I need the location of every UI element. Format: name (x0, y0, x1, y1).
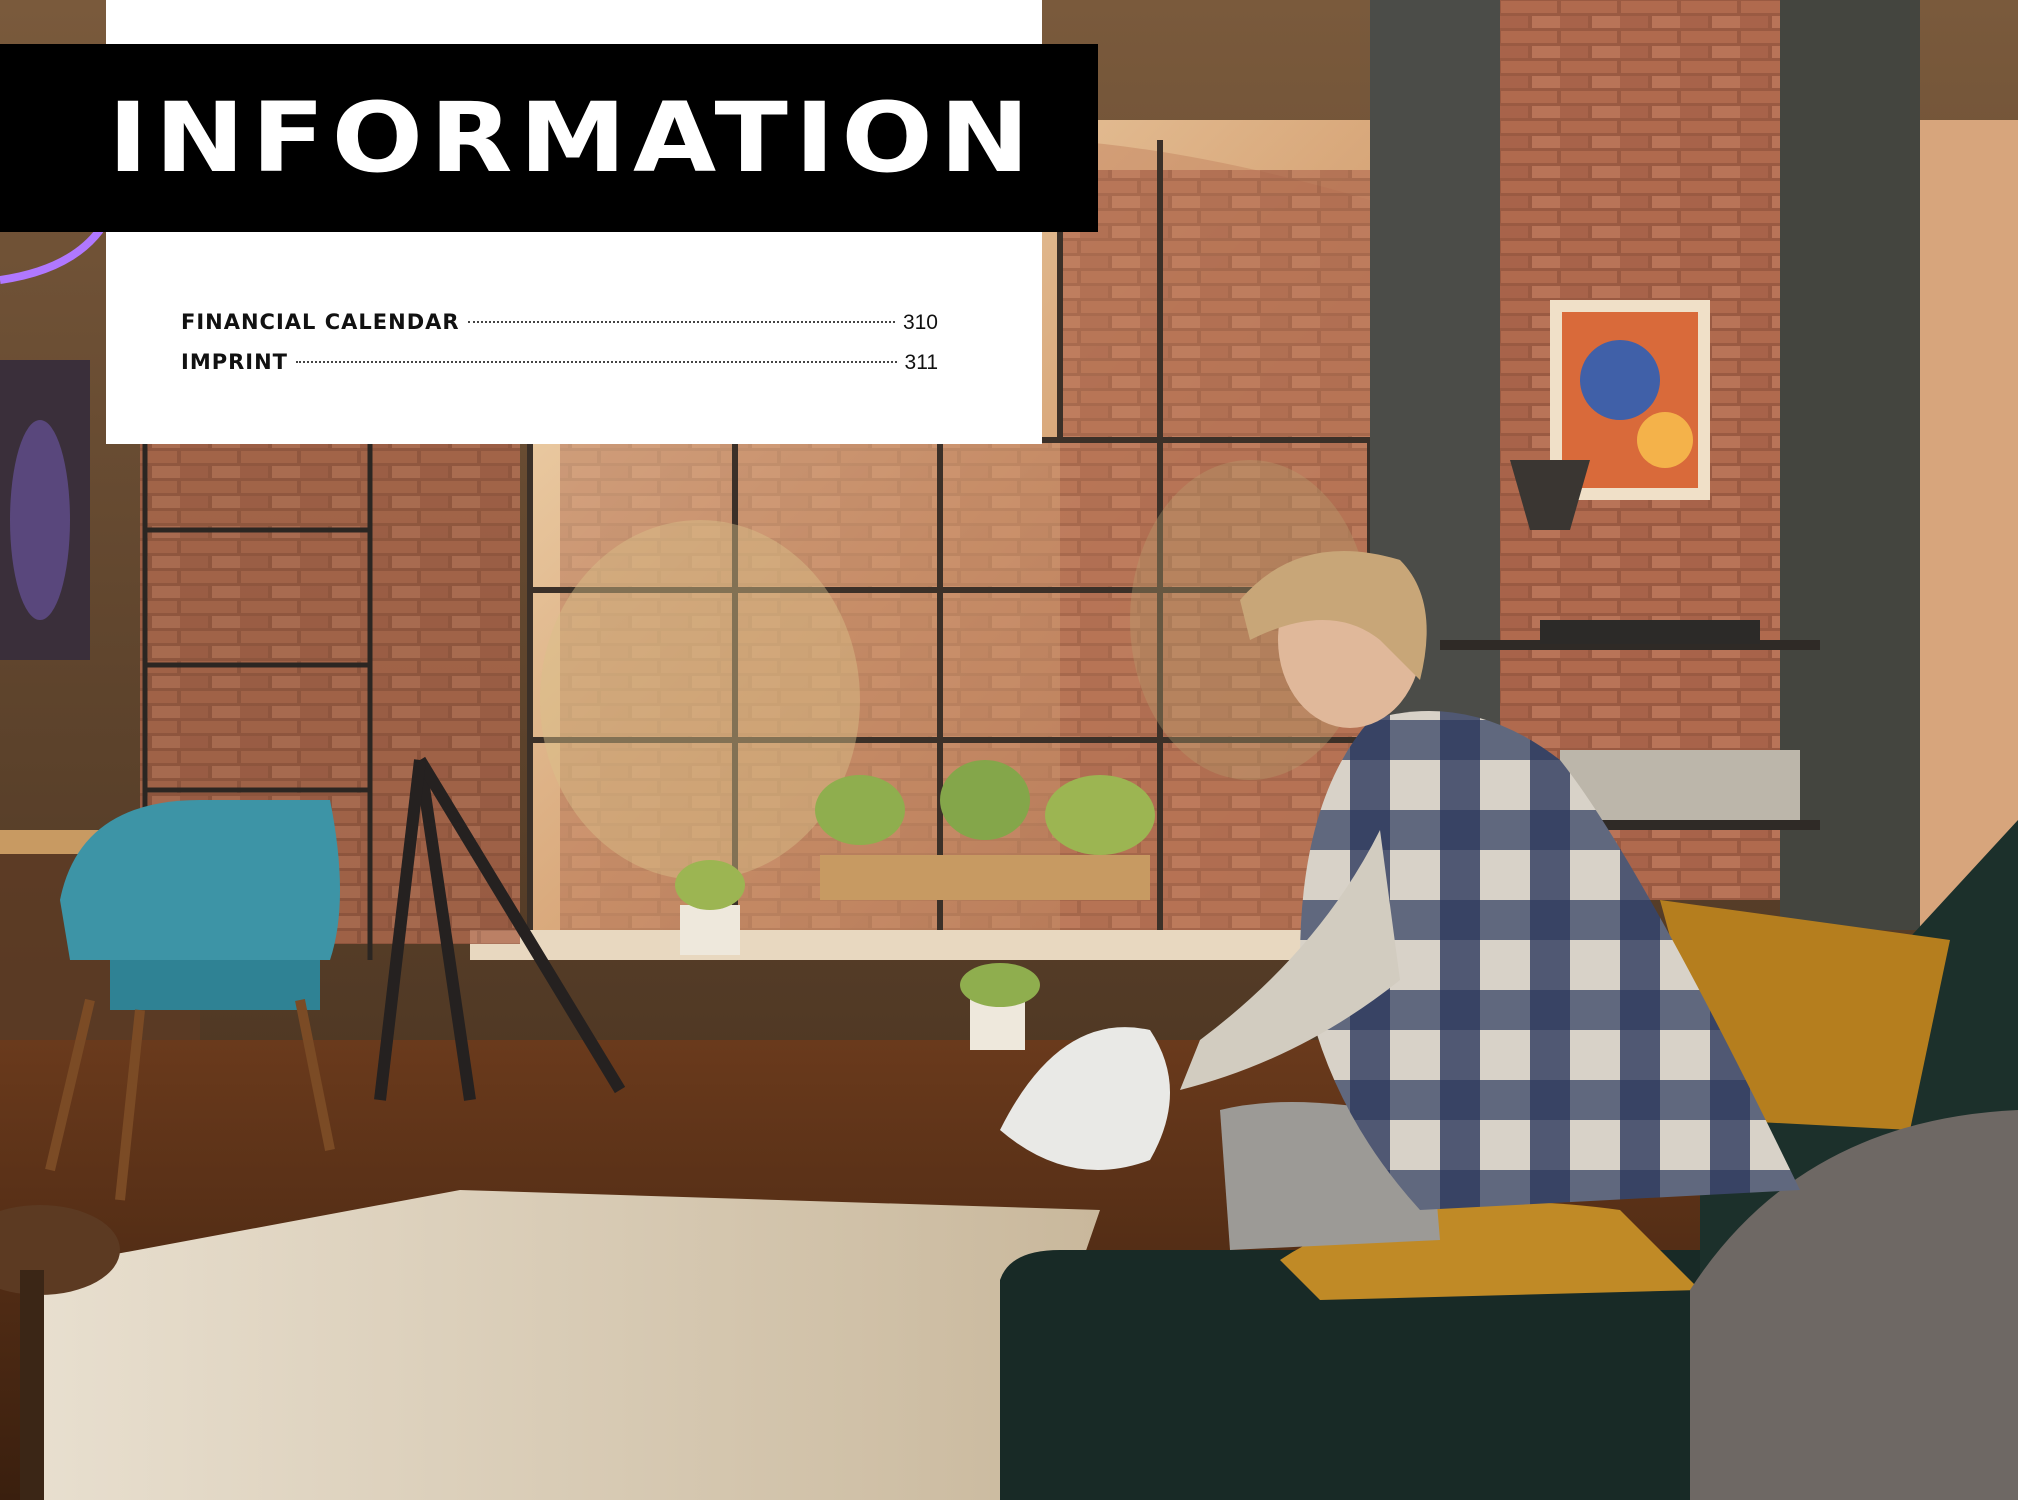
toc-entry-page: 311 (904, 351, 938, 374)
toc-entry-label: FINANCIAL CALENDAR (181, 310, 460, 334)
toc-entry-page: 310 (902, 311, 938, 334)
toc-leader-dots (467, 321, 895, 323)
toc-leader-dots (296, 361, 897, 363)
toc-entry[interactable]: FINANCIAL CALENDAR 310 (181, 302, 938, 342)
document-page: INFORMATION FINANCIAL CALENDAR 310 IMPRI… (0, 0, 2018, 1500)
toc-entry[interactable]: IMPRINT 311 (181, 342, 938, 382)
table-of-contents: FINANCIAL CALENDAR 310 IMPRINT 311 (181, 302, 938, 382)
toc-entry-label: IMPRINT (181, 350, 288, 374)
page-title: INFORMATION (108, 82, 1037, 194)
